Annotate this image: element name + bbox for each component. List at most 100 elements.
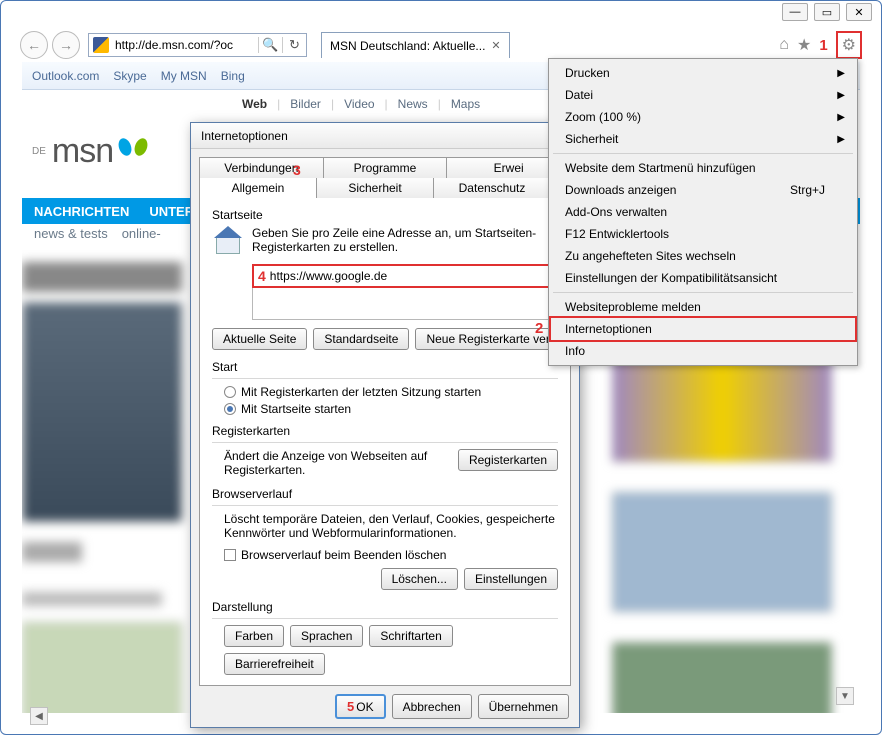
tab-title: MSN Deutschland: Aktuelle... [330,39,485,53]
current-page-button[interactable]: Aktuelle Seite [212,328,307,350]
registerkarten-button[interactable]: Registerkarten [458,449,558,471]
subnav-maps[interactable]: Maps [451,97,480,111]
close-button[interactable]: ✕ [846,3,872,21]
msn-logo: msn [52,132,113,171]
menu-label: Drucken [565,66,610,80]
dialog-title: Internetoptionen [191,123,579,149]
content-thumb [612,492,832,612]
refresh-icon[interactable]: ↻ [282,37,306,53]
de-label: DE [32,146,46,157]
colors-button[interactable]: Farben [224,625,284,647]
section-darstellung: Darstellung [212,600,558,614]
menu-item[interactable]: Zoom (100 %) ▶ [551,106,855,128]
menu-label: Website dem Startmenü hinzufügen [565,161,756,175]
minimize-button[interactable]: ― [782,3,808,21]
section-start: Start [212,360,558,374]
menu-separator [553,292,853,293]
ok-button[interactable]: 5OK [335,694,386,719]
subcategory-links: news & tests online- [22,226,161,241]
scroll-left-icon[interactable]: ◀ [30,707,48,725]
new-tab-button[interactable]: Neue Registerkarte verw [415,328,569,350]
apply-button[interactable]: Übernehmen [478,694,569,719]
menu-shortcut: Strg+J [790,183,825,197]
top-link[interactable]: Bing [221,69,245,83]
top-link[interactable]: My MSN [161,69,207,83]
top-link[interactable]: Skype [113,69,146,83]
cancel-button[interactable]: Abbrechen [392,694,472,719]
address-bar[interactable]: 🔍 ↻ [88,33,307,57]
default-page-button[interactable]: Standardseite [313,328,409,350]
menu-label: Downloads anzeigen [565,183,676,197]
chevron-right-icon: ▶ [837,134,845,145]
fonts-button[interactable]: Schriftarten [369,625,452,647]
section-browserverlauf: Browserverlauf [212,487,558,501]
cat-link[interactable]: UNTER [149,204,194,219]
menu-item[interactable]: Einstellungen der Kompatibilitätsansicht [551,267,855,289]
settings-button[interactable]: Einstellungen [464,568,558,590]
subnav-bilder[interactable]: Bilder [290,97,321,111]
tools-menu: Drucken▶Datei▶Zoom (100 %)▶Sicherheit▶ W… [548,58,858,366]
menu-item[interactable]: F12 Entwicklertools [551,223,855,245]
menu-item[interactable]: Internetoptionen [551,318,855,340]
checkbox-label: Browserverlauf beim Beenden löschen [241,548,446,562]
internet-options-dialog: Internetoptionen Verbindungen Programme … [190,122,580,728]
menu-item[interactable]: Drucken ▶ [551,62,855,84]
url-input[interactable] [113,34,258,56]
homepage-input[interactable] [270,269,552,283]
subcat-link[interactable]: online- [122,226,161,241]
tab-datenschutz[interactable]: Datenschutz [434,178,551,198]
annotation-marker-2: 2 [535,320,543,337]
radio-homepage[interactable]: Mit Startseite starten [224,402,558,416]
delete-on-exit-checkbox[interactable]: Browserverlauf beim Beenden löschen [224,548,558,562]
menu-item[interactable]: Info [551,340,855,362]
menu-label: Zoom (100 %) [565,110,641,124]
accessibility-button[interactable]: Barrierefreiheit [224,653,325,675]
menu-item[interactable]: Sicherheit▶ [551,128,855,150]
tab-verbindungen[interactable]: Verbindungen [199,157,324,178]
registerkarten-desc: Ändert die Anzeige von Webseiten auf Reg… [224,449,448,477]
menu-label: Datei [565,88,593,102]
menu-label: Websiteprobleme melden [565,300,701,314]
tab-programme[interactable]: Programme [324,157,448,178]
annotation-marker-5: 5 [347,699,354,714]
menu-item[interactable]: Websiteprobleme melden [551,296,855,318]
chevron-right-icon: ▶ [837,112,845,123]
cat-link[interactable]: NACHRICHTEN [34,204,129,219]
search-icon[interactable]: 🔍 [258,37,282,53]
radio-last-session[interactable]: Mit Registerkarten der letzten Sitzung s… [224,385,558,399]
menu-separator [553,153,853,154]
menu-item[interactable]: Zu angehefteten Sites wechseln [551,245,855,267]
menu-item[interactable]: Website dem Startmenü hinzufügen [551,157,855,179]
content-thumb [22,302,182,522]
top-link[interactable]: Outlook.com [32,69,99,83]
tab-allgemein[interactable]: Allgemein [199,178,317,198]
radio-icon [224,403,236,415]
browser-tab[interactable]: MSN Deutschland: Aktuelle... ✕ [321,32,510,58]
annotation-marker-3: 3 [293,162,301,178]
blur-text [22,262,182,292]
delete-button[interactable]: Löschen... [381,568,458,590]
gear-icon[interactable]: ⚙ [842,37,856,54]
tab-close-icon[interactable]: ✕ [491,39,500,52]
subnav-web[interactable]: Web [242,97,267,111]
subnav-news[interactable]: News [398,97,428,111]
favorites-icon[interactable]: ★ [797,35,811,55]
tab-sicherheit[interactable]: Sicherheit [317,178,434,198]
startseite-desc: Geben Sie pro Zeile eine Adresse an, um … [252,226,558,258]
scroll-down-icon[interactable]: ▼ [836,687,854,705]
forward-button[interactable]: → [52,31,80,59]
subnav-video[interactable]: Video [344,97,374,111]
menu-item[interactable]: Downloads anzeigen Strg+J [551,179,855,201]
menu-item[interactable]: Add-Ons verwalten [551,201,855,223]
maximize-button[interactable]: ▭ [814,3,840,21]
back-button[interactable]: ← [20,31,48,59]
homepage-textarea[interactable] [252,288,558,320]
chevron-right-icon: ▶ [837,68,845,79]
home-icon[interactable]: ⌂ [779,36,789,54]
menu-item[interactable]: Datei▶ [551,84,855,106]
subcat-link[interactable]: news & tests [34,226,108,241]
languages-button[interactable]: Sprachen [290,625,363,647]
menu-label: Add-Ons verwalten [565,205,667,219]
blur-text [22,542,82,562]
favicon-icon [93,37,109,53]
